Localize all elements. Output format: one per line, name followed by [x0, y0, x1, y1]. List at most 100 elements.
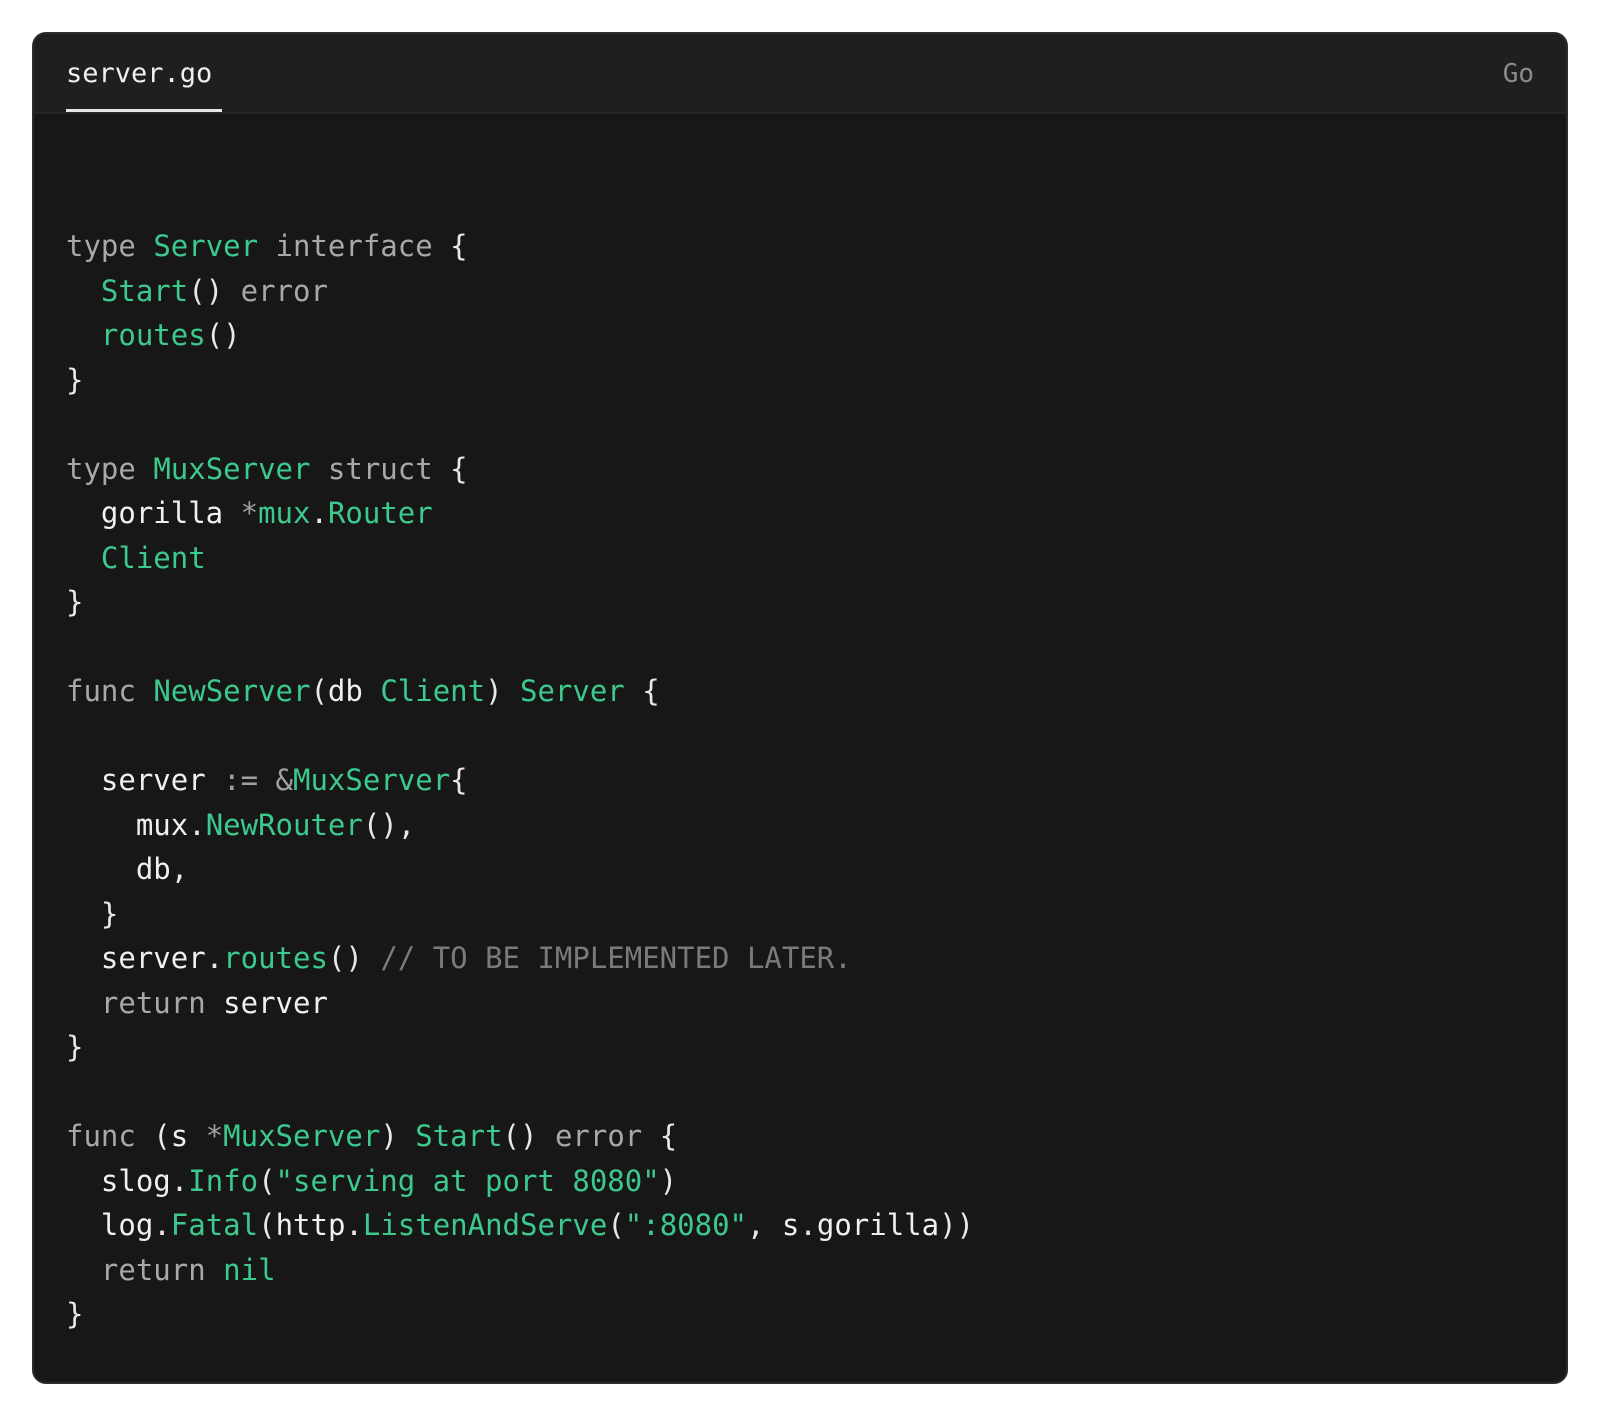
- code-line: routes(): [66, 313, 974, 358]
- code-token-punct: ): [380, 1119, 416, 1153]
- code-token-punct: (: [607, 1208, 625, 1242]
- code-token-punct: [66, 1164, 101, 1198]
- language-label: Go: [1502, 59, 1534, 89]
- code-token-type-or-func: mux: [258, 496, 311, 530]
- code-token-punct: [363, 674, 380, 708]
- code-token-type-or-func: Client: [100, 540, 206, 575]
- code-token-punct: (): [327, 941, 381, 975]
- code-token-punct: }: [66, 1030, 84, 1064]
- code-token-type-or-func: Start: [415, 1119, 503, 1153]
- code-line: slog.Info("serving at port 8080"): [66, 1159, 974, 1204]
- code-token-identifier: slog: [100, 1163, 171, 1198]
- code-token-punct: (),: [362, 807, 416, 842]
- code-token-punct: [66, 1253, 101, 1287]
- code-token-identifier: s: [170, 1119, 189, 1153]
- code-token-type-or-func: NewServer: [153, 674, 311, 708]
- code-token-type-or-func: MuxServer: [293, 763, 451, 797]
- code-token-punct: [66, 986, 101, 1020]
- code-line: type Server interface {: [66, 224, 974, 269]
- code-token-keyword: interface: [275, 229, 433, 263]
- code-token-punct: }: [66, 362, 84, 397]
- code-token-operator: *: [205, 1119, 224, 1153]
- code-token-punct: [66, 274, 101, 308]
- code-line: mux.NewRouter(),: [66, 803, 974, 848]
- code-token-punct: {: [624, 674, 660, 708]
- code-token-type-or-func: nil: [223, 1252, 276, 1287]
- code-token-type-or-func: Client: [380, 674, 486, 708]
- code-content[interactable]: type Server interface { Start() error ro…: [66, 224, 974, 1337]
- code-token-punct: ,: [170, 852, 189, 886]
- code-token-punct: [66, 808, 136, 842]
- code-token-punct: [188, 1119, 205, 1153]
- code-token-punct: [66, 541, 101, 575]
- code-token-type-or-func: routes: [100, 318, 206, 352]
- code-token-identifier: log: [100, 1208, 154, 1242]
- code-token-punct: [136, 674, 153, 708]
- code-token-punct: [66, 852, 136, 886]
- code-token-punct: [136, 229, 153, 263]
- code-token-punct: .: [153, 1208, 171, 1242]
- tab-server-go[interactable]: server.go: [66, 34, 222, 112]
- code-token-type-or-func: ListenAndServe: [362, 1208, 608, 1242]
- code-token-operator: :=: [223, 763, 259, 797]
- code-token-punct: [136, 452, 153, 486]
- code-line: }: [66, 580, 974, 625]
- code-token-keyword: type: [66, 229, 136, 263]
- code-token-punct: {: [450, 763, 468, 797]
- code-token-punct: .: [310, 496, 328, 530]
- code-token-punct: [310, 452, 327, 486]
- code-block-window: server.go Go type Server interface { Sta…: [32, 32, 1568, 1384]
- code-token-identifier: server: [100, 941, 206, 975]
- code-token-keyword: func: [66, 1119, 136, 1153]
- code-line: }: [66, 1292, 974, 1337]
- code-token-punct: [66, 941, 101, 975]
- code-token-punct: [66, 763, 101, 797]
- code-token-punct: [223, 496, 240, 530]
- code-token-type-or-func: Fatal: [170, 1208, 259, 1242]
- code-token-string: "serving at port 8080": [275, 1163, 660, 1198]
- code-token-punct: {: [432, 451, 468, 486]
- code-token-punct: .: [799, 1208, 817, 1242]
- code-line: server := &MuxServer{: [66, 758, 974, 803]
- code-token-punct: (: [310, 674, 328, 708]
- code-token-keyword: return: [100, 985, 206, 1020]
- code-token-keyword: func: [66, 674, 136, 708]
- code-token-keyword: struct: [327, 451, 433, 486]
- code-token-identifier: db: [135, 852, 171, 886]
- code-token-identifier: server: [223, 985, 328, 1020]
- code-token-punct: }: [66, 896, 119, 931]
- tab-bar: server.go Go: [34, 34, 1566, 114]
- code-token-punct: (: [258, 1163, 276, 1198]
- code-line: type MuxServer struct {: [66, 447, 974, 492]
- code-line: }: [66, 1025, 974, 1070]
- code-token-identifier: gorilla: [816, 1208, 940, 1242]
- code-token-punct: )): [939, 1208, 974, 1242]
- code-line: log.Fatal(http.ListenAndServe(":8080", s…: [66, 1203, 974, 1248]
- code-token-punct: [258, 229, 275, 263]
- code-token-punct: (): [205, 318, 241, 352]
- code-token-punct: (: [135, 1119, 171, 1153]
- code-token-type-or-func: Start: [100, 273, 189, 308]
- code-token-punct: [206, 763, 223, 797]
- code-token-punct: [66, 1208, 101, 1242]
- code-token-identifier: server: [100, 763, 206, 797]
- code-token-punct: .: [345, 1208, 363, 1242]
- code-token-keyword: return: [100, 1252, 206, 1287]
- code-token-type-or-func: Server: [520, 674, 625, 708]
- code-line: }: [66, 892, 974, 937]
- code-line: return server: [66, 981, 974, 1026]
- code-token-punct: (): [188, 273, 241, 308]
- code-line: gorilla *mux.Router: [66, 491, 974, 536]
- code-token-type-or-func: MuxServer: [153, 451, 311, 486]
- code-line: Start() error: [66, 269, 974, 314]
- code-token-punct: [206, 1253, 223, 1287]
- code-token-identifier: s: [781, 1208, 800, 1242]
- code-token-punct: .: [205, 941, 224, 975]
- code-token-identifier: db: [327, 674, 363, 708]
- code-token-punct: [206, 986, 223, 1020]
- code-token-punct: .: [188, 807, 206, 842]
- code-token-comment: // TO BE IMPLEMENTED LATER.: [380, 941, 852, 975]
- code-token-identifier: http: [275, 1208, 346, 1242]
